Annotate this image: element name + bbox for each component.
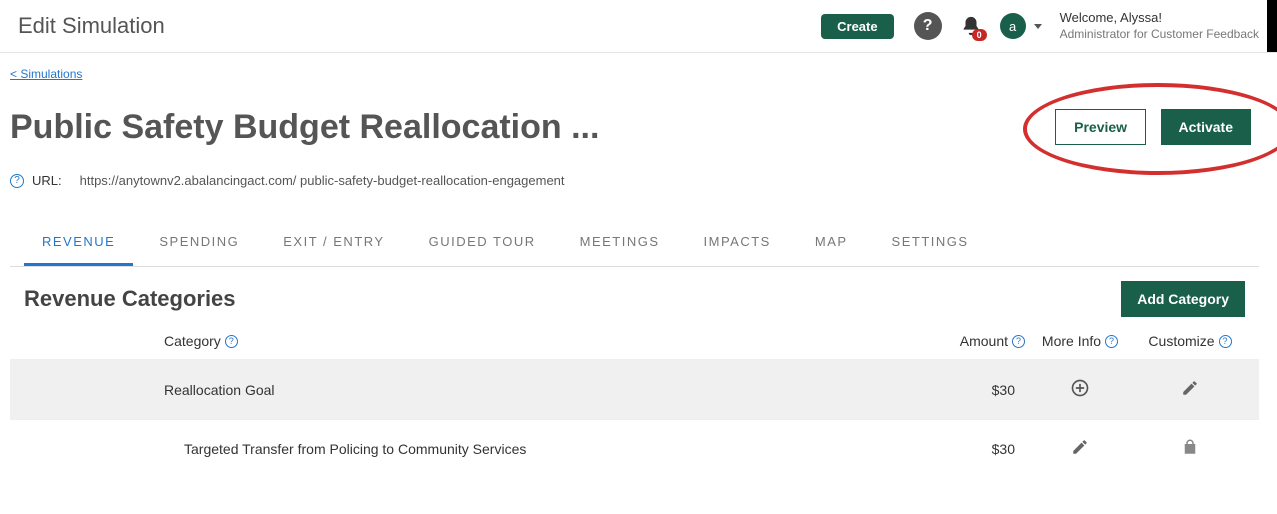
activate-button[interactable]: Activate <box>1161 109 1251 145</box>
tabs: REVENUESPENDINGEXIT / ENTRYGUIDED TOURME… <box>10 222 1259 267</box>
col-customize: Customize? <box>1135 333 1245 349</box>
welcome-line1: Welcome, Alyssa! <box>1060 10 1259 27</box>
help-icon[interactable]: ? <box>1105 335 1118 348</box>
row-amount: $30 <box>915 382 1025 398</box>
tab-impacts[interactable]: IMPACTS <box>686 222 789 266</box>
tab-spending[interactable]: SPENDING <box>141 222 257 266</box>
welcome-line2: Administrator for Customer Feedback <box>1060 27 1259 43</box>
lock-icon[interactable] <box>1135 438 1245 456</box>
section-title: Revenue Categories <box>24 286 236 312</box>
item-row: Targeted Transfer from Policing to Commu… <box>10 419 1259 477</box>
tab-map[interactable]: MAP <box>797 222 866 266</box>
col-amount: Amount? <box>915 333 1025 349</box>
plus-circle-icon[interactable] <box>1025 378 1135 398</box>
notification-badge: 0 <box>972 29 987 41</box>
help-icon[interactable]: ? <box>1219 335 1232 348</box>
url-value: https://anytownv2.abalancingact.com/ pub… <box>80 173 565 188</box>
notifications-button[interactable]: 0 <box>960 14 982 38</box>
add-category-button[interactable]: Add Category <box>1121 281 1245 317</box>
breadcrumb: < Simulations <box>10 67 1259 81</box>
col-more-info: More Info? <box>1025 333 1135 349</box>
page-title: Public Safety Budget Reallocation ... <box>10 108 599 147</box>
tab-settings[interactable]: SETTINGS <box>874 222 987 266</box>
create-button[interactable]: Create <box>821 14 893 39</box>
help-icon[interactable]: ? <box>10 174 24 188</box>
row-amount: $30 <box>915 441 1025 457</box>
url-row: ? URL: https://anytownv2.abalancingact.c… <box>10 173 1259 188</box>
pencil-icon[interactable] <box>1025 438 1135 456</box>
url-label: URL: <box>32 173 62 188</box>
avatar: a <box>1000 13 1026 39</box>
user-menu[interactable]: a <box>1000 13 1042 39</box>
chevron-down-icon <box>1034 24 1042 29</box>
back-to-simulations-link[interactable]: < Simulations <box>10 67 82 81</box>
right-edge-bar <box>1267 0 1277 52</box>
col-category: Category? <box>164 333 915 349</box>
help-icon[interactable]: ? <box>914 12 942 40</box>
welcome-block: Welcome, Alyssa! Administrator for Custo… <box>1060 10 1259 42</box>
preview-button[interactable]: Preview <box>1055 109 1146 145</box>
row-name: Reallocation Goal <box>164 382 915 398</box>
help-icon[interactable]: ? <box>225 335 238 348</box>
tab-revenue[interactable]: REVENUE <box>24 222 133 266</box>
pencil-icon[interactable] <box>1135 379 1245 397</box>
row-name: Targeted Transfer from Policing to Commu… <box>164 441 915 457</box>
top-bar: Edit Simulation Create ? 0 a Welcome, Al… <box>0 0 1277 53</box>
tab-exit-entry[interactable]: EXIT / ENTRY <box>265 222 402 266</box>
table-header: Category? Amount? More Info? Customize? <box>10 327 1259 359</box>
tab-meetings[interactable]: MEETINGS <box>562 222 678 266</box>
tab-guided-tour[interactable]: GUIDED TOUR <box>411 222 554 266</box>
page-context-title: Edit Simulation <box>18 13 165 39</box>
page-actions: Preview Activate <box>1047 99 1259 155</box>
category-row: Reallocation Goal$30 <box>10 359 1259 419</box>
help-icon[interactable]: ? <box>1012 335 1025 348</box>
